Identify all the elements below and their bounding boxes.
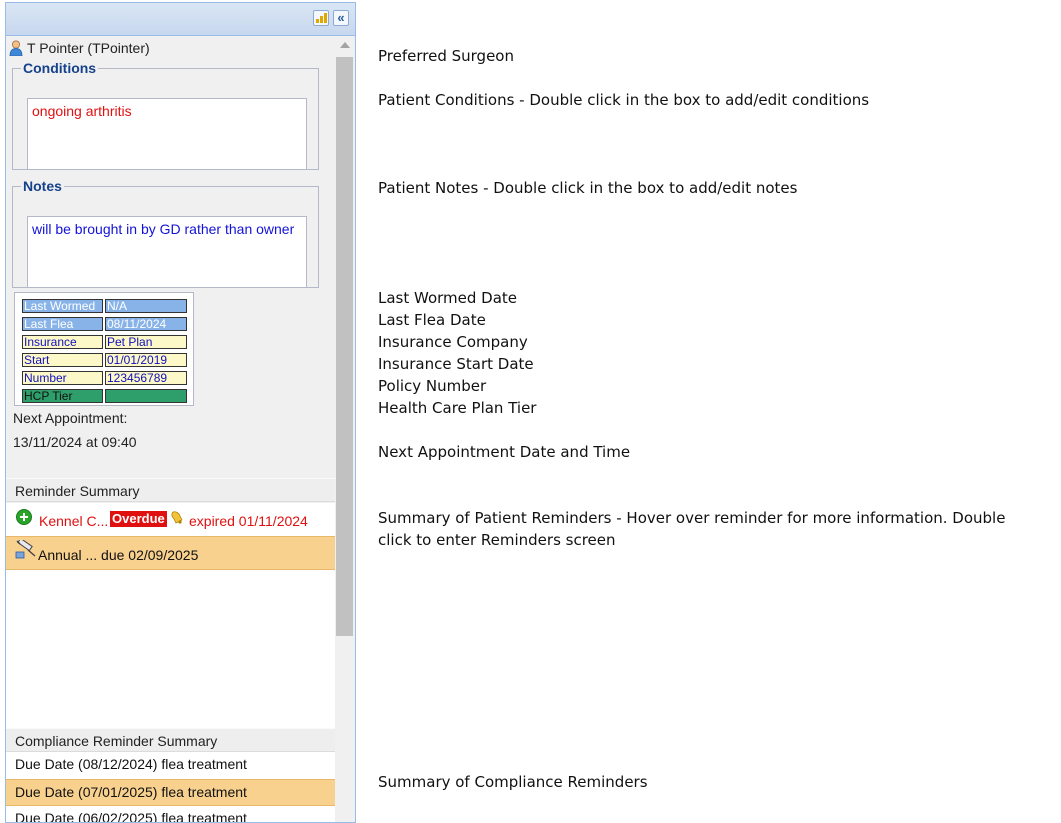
vertical-scrollbar[interactable] — [335, 36, 355, 822]
conditions-fieldset: Conditions ongoing arthritis — [12, 60, 319, 170]
info-row-last-wormed: Last Wormed N/A — [22, 299, 187, 313]
bell-icon — [171, 511, 183, 524]
person-icon — [9, 40, 23, 56]
reminder-summary-header: Reminder Summary — [6, 478, 335, 502]
compliance-list: Due Date (08/12/2024) flea treatment Due… — [6, 752, 335, 822]
overdue-badge: Overdue — [110, 511, 167, 527]
info-row-last-flea: Last Flea 08/11/2024 — [22, 317, 187, 331]
info-value — [105, 389, 187, 403]
next-appointment-label: Next Appointment: — [13, 410, 128, 426]
next-appointment-value: 13/11/2024 at 09:40 — [13, 434, 137, 450]
notes-textbox[interactable]: will be brought in by GD rather than own… — [27, 216, 307, 288]
reminder-text: Annual ... due 02/09/2025 — [38, 547, 199, 563]
compliance-item[interactable]: Due Date (07/01/2025) flea treatment — [6, 779, 335, 806]
conditions-legend: Conditions — [23, 60, 97, 76]
chart-icon[interactable] — [313, 10, 329, 26]
annotation-details-item: Last Wormed Date — [378, 289, 518, 307]
info-value: N/A — [105, 299, 187, 313]
annotation-surgeon: Preferred Surgeon — [378, 47, 514, 65]
patient-line: T Pointer (TPointer) — [9, 38, 150, 58]
patient-summary-panel: « T Pointer (TPointer) Conditions ongoin… — [5, 2, 356, 823]
patient-info-table: Last Wormed N/A Last Flea 08/11/2024 Ins… — [14, 292, 194, 406]
reminder-status: expired 01/11/2024 — [189, 513, 308, 529]
info-value: 01/01/2019 — [105, 353, 187, 367]
annotation-reminders: Summary of Patient Reminders - Hover ove… — [378, 509, 1006, 549]
info-label: Insurance — [22, 335, 103, 349]
panel-content: T Pointer (TPointer) Conditions ongoing … — [6, 36, 335, 822]
reminder-name: Kennel C... — [39, 513, 109, 529]
annotation-details-item: Insurance Company — [378, 333, 528, 351]
info-label: Last Wormed — [22, 299, 103, 313]
info-row-start: Start 01/01/2019 — [22, 353, 187, 367]
info-row-insurance: Insurance Pet Plan — [22, 335, 187, 349]
annotation-conditions: Patient Conditions - Double click in the… — [378, 91, 870, 109]
info-value: 08/11/2024 — [105, 317, 187, 331]
vaccine-icon — [15, 540, 36, 559]
annotation-details-item: Last Flea Date — [378, 311, 486, 329]
reminder-list: Kennel C... Overdue expired 01/11/2024 A… — [6, 503, 335, 728]
info-label: HCP Tier — [22, 389, 103, 403]
annotation-details-item: Insurance Start Date — [378, 355, 534, 373]
reminder-item[interactable]: Kennel C... Overdue expired 01/11/2024 — [6, 503, 335, 536]
info-label: Number — [22, 371, 103, 385]
conditions-textbox[interactable]: ongoing arthritis — [27, 98, 307, 170]
info-row-number: Number 123456789 — [22, 371, 187, 385]
info-value: Pet Plan — [105, 335, 187, 349]
info-row-hcp-tier: HCP Tier — [22, 389, 187, 403]
panel-header: « — [6, 3, 355, 36]
annotation-details-item: Policy Number — [378, 377, 487, 395]
annotation-next-appointment: Next Appointment Date and Time — [378, 443, 631, 461]
scroll-thumb[interactable] — [336, 57, 353, 636]
compliance-item[interactable]: Due Date (08/12/2024) flea treatment — [6, 752, 335, 779]
info-value: 123456789 — [105, 371, 187, 385]
plus-circle-icon — [16, 509, 32, 525]
compliance-item[interactable]: Due Date (06/02/2025) flea treatment — [6, 806, 335, 822]
annotation-notes: Patient Notes - Double click in the box … — [378, 179, 798, 197]
info-label: Start — [22, 353, 103, 367]
notes-legend: Notes — [23, 178, 62, 194]
reminder-item[interactable]: Annual ... due 02/09/2025 — [6, 536, 335, 570]
annotation-details-item: Health Care Plan Tier — [378, 399, 537, 417]
notes-fieldset: Notes will be brought in by GD rather th… — [12, 178, 319, 288]
patient-name: T Pointer (TPointer) — [27, 40, 150, 56]
info-label: Last Flea — [22, 317, 103, 331]
collapse-left-icon[interactable]: « — [333, 10, 349, 26]
annotation-compliance: Summary of Compliance Reminders — [378, 773, 648, 791]
compliance-summary-header: Compliance Reminder Summary — [6, 728, 335, 752]
scroll-up-arrow-icon[interactable] — [340, 42, 350, 48]
